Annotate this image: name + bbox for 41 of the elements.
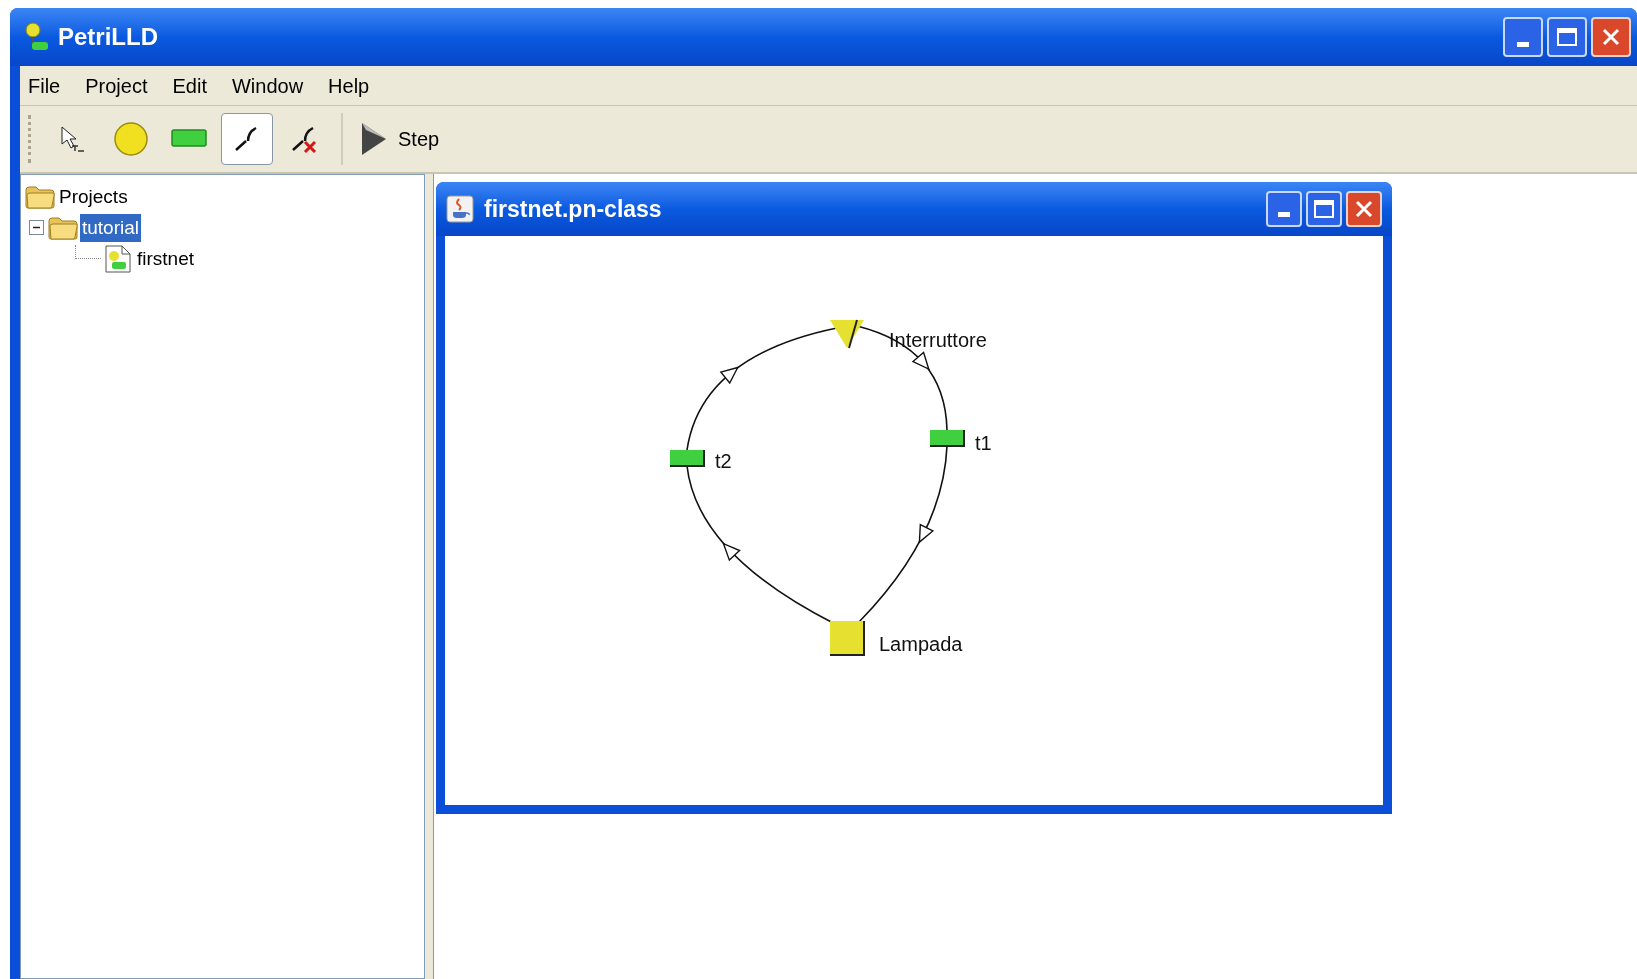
document-title: firstnet.pn-class — [484, 194, 662, 224]
tree-item[interactable]: Projects — [57, 182, 130, 211]
minimize-button[interactable] — [1503, 17, 1543, 57]
play-icon — [360, 122, 388, 156]
arc-tool[interactable] — [221, 113, 273, 165]
close-icon — [1602, 28, 1620, 46]
circle-icon — [113, 121, 149, 157]
tree-item[interactable]: firstnet — [135, 244, 197, 273]
maximize-button[interactable] — [1547, 17, 1587, 57]
input-place — [830, 319, 864, 349]
menu-item[interactable]: Help — [328, 70, 370, 101]
maximize-button[interactable] — [1306, 191, 1342, 227]
output-place — [829, 620, 865, 656]
node-label: Interruttore — [889, 329, 987, 351]
menu-item[interactable]: Edit — [172, 70, 207, 101]
folder-icon — [25, 184, 55, 209]
folder-icon — [48, 215, 78, 240]
menu-item[interactable]: File — [28, 70, 61, 101]
collapse-toggle[interactable] — [29, 220, 44, 235]
transition — [669, 449, 705, 467]
menu-item[interactable]: Window — [231, 70, 304, 101]
net-file-icon — [103, 243, 133, 274]
tree-item[interactable]: tutorial — [80, 213, 142, 242]
maximize-icon — [1557, 28, 1577, 46]
app-icon — [24, 22, 50, 52]
transition — [929, 429, 965, 447]
minimize-icon — [1278, 212, 1290, 217]
java-icon — [446, 195, 474, 223]
step-tool[interactable]: Step — [353, 113, 447, 165]
minimize-icon — [1517, 42, 1529, 47]
menu-item[interactable]: Project — [85, 70, 148, 101]
node-label: t1 — [975, 432, 992, 454]
minimize-button[interactable] — [1266, 191, 1302, 227]
rectangle-icon — [171, 129, 207, 149]
close-button[interactable] — [1591, 17, 1631, 57]
window-title: PetriLLD — [58, 22, 158, 52]
node-label: t2 — [715, 450, 732, 472]
close-icon — [1355, 200, 1373, 218]
maximize-icon — [1314, 200, 1334, 218]
node-label: Lampada — [879, 633, 963, 655]
close-button[interactable] — [1346, 191, 1382, 227]
